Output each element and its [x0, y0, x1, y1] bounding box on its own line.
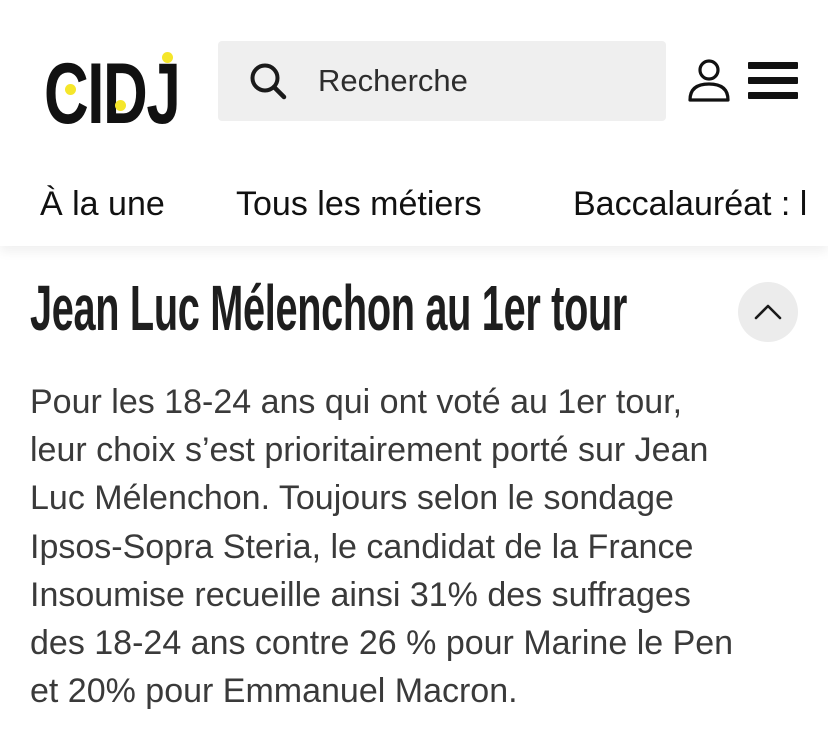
article-paragraph: Pour les 18-24 ans qui ont voté au 1er t… [30, 378, 800, 715]
paragraph-line: des 18-24 ans contre 26 % pour Marine le… [30, 624, 734, 663]
section-title: Jean Luc Mélenchon au 1er tour [30, 272, 628, 344]
paragraph-line: et 20% pour Emmanuel Macron. [30, 672, 518, 711]
collapse-button[interactable] [738, 282, 798, 342]
site-header: CIDJ Recherche À la une Tous les métiers… [0, 0, 828, 246]
chevron-up-icon [754, 304, 782, 320]
logo-dot [65, 84, 76, 95]
nav-item-baccalaureat[interactable]: Baccalauréat : l [573, 182, 807, 226]
paragraph-line: Luc Mélenchon. Toujours selon le sondage [30, 479, 674, 518]
search-bar[interactable]: Recherche [218, 41, 666, 121]
paragraph-line: Insoumise recueille ainsi 31% des suffra… [30, 575, 691, 614]
paragraph-line: leur choix s’est prioritairement porté s… [30, 431, 709, 470]
main-nav: À la une Tous les métiers Baccalauréat :… [0, 168, 828, 240]
logo-dot [115, 100, 126, 111]
paragraph-line: Ipsos-Sopra Steria, le candidat de la Fr… [30, 527, 694, 566]
cidj-logo[interactable]: CIDJ [44, 44, 181, 144]
search-icon[interactable] [248, 61, 288, 101]
paragraph-line: Pour les 18-24 ans qui ont voté au 1er t… [30, 383, 683, 421]
logo-dot [162, 52, 173, 63]
hamburger-menu-icon[interactable] [748, 60, 800, 102]
nav-item-a-la-une[interactable]: À la une [40, 182, 165, 226]
search-input[interactable]: Recherche [318, 41, 468, 121]
logo-text: CIDJ [44, 46, 181, 142]
user-icon[interactable] [686, 58, 732, 104]
nav-item-tous-les-metiers[interactable]: Tous les métiers [236, 182, 482, 226]
